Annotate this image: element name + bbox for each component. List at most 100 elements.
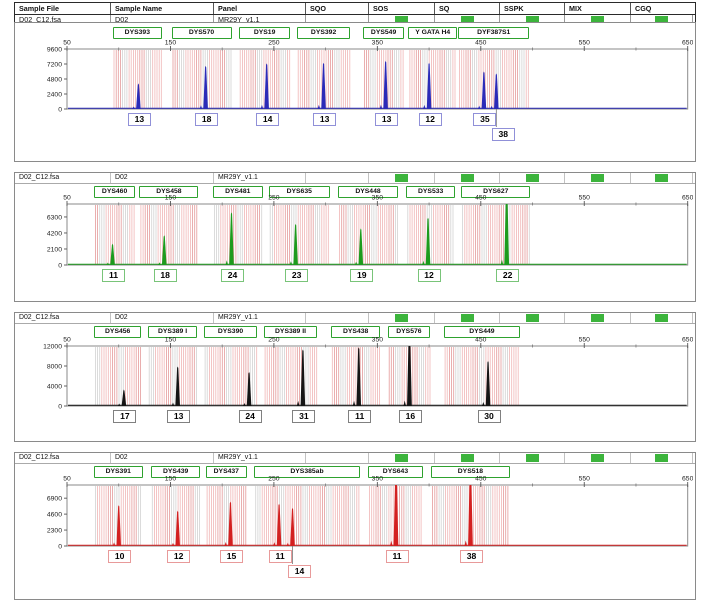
allele-label-DYS458-18[interactable]: 18 bbox=[154, 269, 177, 282]
allele-label-DYS391-10[interactable]: 10 bbox=[108, 550, 131, 563]
genemapper-sample-plot-window: Sample FileSample NamePanelSQOSOSSQSSPKM… bbox=[0, 0, 702, 611]
allele-label-DYS481-24[interactable]: 24 bbox=[221, 269, 244, 282]
x-axis-tick-label: 50 bbox=[63, 476, 71, 483]
header-cell-cgq: CGQ bbox=[631, 3, 693, 14]
allele-label-DYS438-11[interactable]: 11 bbox=[348, 410, 371, 423]
allele-label-DYF387S1-35[interactable]: 35 bbox=[473, 113, 496, 126]
x-axis-tick-label: 350 bbox=[372, 195, 384, 202]
allele-label-DYS570-18[interactable]: 18 bbox=[195, 113, 218, 126]
y-axis-tick-label: 4000 bbox=[47, 383, 62, 390]
x-axis-tick-label: 650 bbox=[682, 476, 693, 483]
x-axis-tick-label: 550 bbox=[579, 337, 591, 344]
y-axis-tick-label: 0 bbox=[58, 543, 62, 550]
y-axis-tick-label: 2300 bbox=[47, 527, 62, 534]
x-axis-tick-label: 650 bbox=[682, 40, 693, 47]
x-axis-tick-label: 150 bbox=[165, 337, 177, 344]
allele-label-DYS393-13[interactable]: 13 bbox=[128, 113, 151, 126]
y-axis-tick-label: 6300 bbox=[47, 214, 62, 221]
x-axis-tick-label: 650 bbox=[682, 337, 693, 344]
allele-label-DYS576-16[interactable]: 16 bbox=[399, 410, 422, 423]
allele-label-DYS643-11[interactable]: 11 bbox=[386, 550, 409, 563]
electropherogram-plot[interactable]: 501502503504505506500230046006900 bbox=[15, 453, 693, 599]
y-axis-tick-label: 4800 bbox=[47, 76, 62, 83]
electropherogram-panel-4: D02_C12.fsaD02MR29Y_v1.1DYS391DYS439DYS4… bbox=[14, 452, 696, 600]
electropherogram-plot[interactable]: 5015025035045055065002400480072009600 bbox=[15, 23, 693, 161]
x-axis-tick-label: 150 bbox=[165, 476, 177, 483]
header-cell-mix: MIX bbox=[565, 3, 631, 14]
x-axis-tick-label: 50 bbox=[63, 195, 71, 202]
peak-DYS518-38 bbox=[468, 485, 473, 546]
y-axis-tick-label: 0 bbox=[58, 262, 62, 269]
allele-label-DYS635-23[interactable]: 23 bbox=[285, 269, 308, 282]
y-axis-tick-label: 9600 bbox=[47, 46, 62, 53]
x-axis-tick-label: 450 bbox=[475, 337, 487, 344]
allele-label-DYS456-17[interactable]: 17 bbox=[113, 410, 136, 423]
stutter-peak bbox=[353, 401, 356, 406]
allele-label-DYS385ab-14[interactable]: 14 bbox=[288, 565, 311, 578]
x-axis-tick-label: 350 bbox=[372, 40, 384, 47]
y-axis-tick-label: 2100 bbox=[47, 246, 62, 253]
electropherogram-panel-1: DYS393DYS570DYS19DYS392DYS549Y GATA H4DY… bbox=[14, 22, 696, 162]
header-cell-sample-file: Sample File bbox=[15, 3, 111, 14]
x-axis-tick-label: 550 bbox=[579, 476, 591, 483]
peak-DYS390-24 bbox=[247, 372, 252, 406]
y-axis-tick-label: 8000 bbox=[47, 363, 62, 370]
allele-label-DYS518-38[interactable]: 38 bbox=[460, 550, 483, 563]
stutter-peak bbox=[390, 541, 393, 546]
allele-label-DYS437-15[interactable]: 15 bbox=[220, 550, 243, 563]
allele-label-DYS389-I-13[interactable]: 13 bbox=[167, 410, 190, 423]
x-axis-tick-label: 250 bbox=[268, 476, 280, 483]
peak-DYS449-30 bbox=[486, 361, 491, 406]
y-axis-tick-label: 4600 bbox=[47, 512, 62, 519]
allele-label-DYS549-13[interactable]: 13 bbox=[375, 113, 398, 126]
results-table-header-row: Sample FileSample NamePanelSQOSOSSQSSPKM… bbox=[15, 3, 695, 15]
header-cell-panel: Panel bbox=[214, 3, 306, 14]
stutter-peak bbox=[172, 402, 175, 406]
x-axis-tick-label: 550 bbox=[579, 40, 591, 47]
allele-label-DYS390-24[interactable]: 24 bbox=[239, 410, 262, 423]
allele-label-DYS627-22[interactable]: 22 bbox=[496, 269, 519, 282]
allele-label-Y-GATA-H4-12[interactable]: 12 bbox=[419, 113, 442, 126]
stutter-peak bbox=[482, 402, 485, 406]
header-cell-sq: SQ bbox=[435, 3, 500, 14]
y-axis-tick-label: 7200 bbox=[47, 61, 62, 68]
allele-label-DYS385ab-11[interactable]: 11 bbox=[269, 550, 292, 563]
header-cell-sample-name: Sample Name bbox=[111, 3, 214, 14]
y-axis-tick-label: 0 bbox=[58, 403, 62, 410]
x-axis-tick-label: 450 bbox=[475, 195, 487, 202]
x-axis-tick-label: 550 bbox=[579, 195, 591, 202]
allele-label-DYF387S1-38[interactable]: 38 bbox=[492, 128, 515, 141]
allele-label-DYS460-11[interactable]: 11 bbox=[102, 269, 125, 282]
x-axis-tick-label: 50 bbox=[63, 337, 71, 344]
allele-label-DYS448-19[interactable]: 19 bbox=[350, 269, 373, 282]
y-axis-tick-label: 12000 bbox=[43, 343, 62, 350]
electropherogram-panel-2: D02_C12.fsaD02MR29Y_v1.1DYS460DYS458DYS4… bbox=[14, 172, 696, 302]
x-axis-tick-label: 450 bbox=[475, 476, 487, 483]
allele-label-DYS439-12[interactable]: 12 bbox=[167, 550, 190, 563]
stutter-peak bbox=[200, 105, 203, 109]
stutter-peak bbox=[478, 106, 481, 109]
y-axis-tick-label: 2400 bbox=[47, 91, 62, 98]
allele-label-DYS449-30[interactable]: 30 bbox=[478, 410, 501, 423]
x-axis-tick-label: 450 bbox=[475, 40, 487, 47]
allele-label-DYS392-13[interactable]: 13 bbox=[313, 113, 336, 126]
stutter-peak bbox=[422, 261, 425, 265]
stutter-peak bbox=[261, 105, 264, 109]
x-axis-tick-label: 150 bbox=[165, 40, 177, 47]
allele-label-DYS19-14[interactable]: 14 bbox=[256, 113, 279, 126]
peak-DYS627-22 bbox=[504, 204, 509, 265]
peak-DYS460-11 bbox=[110, 244, 115, 265]
y-axis-tick-label: 6900 bbox=[47, 496, 62, 503]
allele-label-DYS389-II-31[interactable]: 31 bbox=[292, 410, 315, 423]
x-axis-tick-label: 250 bbox=[268, 337, 280, 344]
x-axis-tick-label: 250 bbox=[268, 40, 280, 47]
header-cell-sqo: SQO bbox=[306, 3, 369, 14]
allele-label-DYS533-12[interactable]: 12 bbox=[418, 269, 441, 282]
header-cell-sspk: SSPK bbox=[500, 3, 565, 14]
peak-DYS481-24 bbox=[229, 212, 234, 265]
x-axis-tick-label: 650 bbox=[682, 195, 693, 202]
x-axis-tick-label: 250 bbox=[268, 195, 280, 202]
x-axis-tick-label: 150 bbox=[165, 195, 177, 202]
stutter-peak bbox=[490, 106, 493, 109]
y-axis-tick-label: 4200 bbox=[47, 230, 62, 237]
